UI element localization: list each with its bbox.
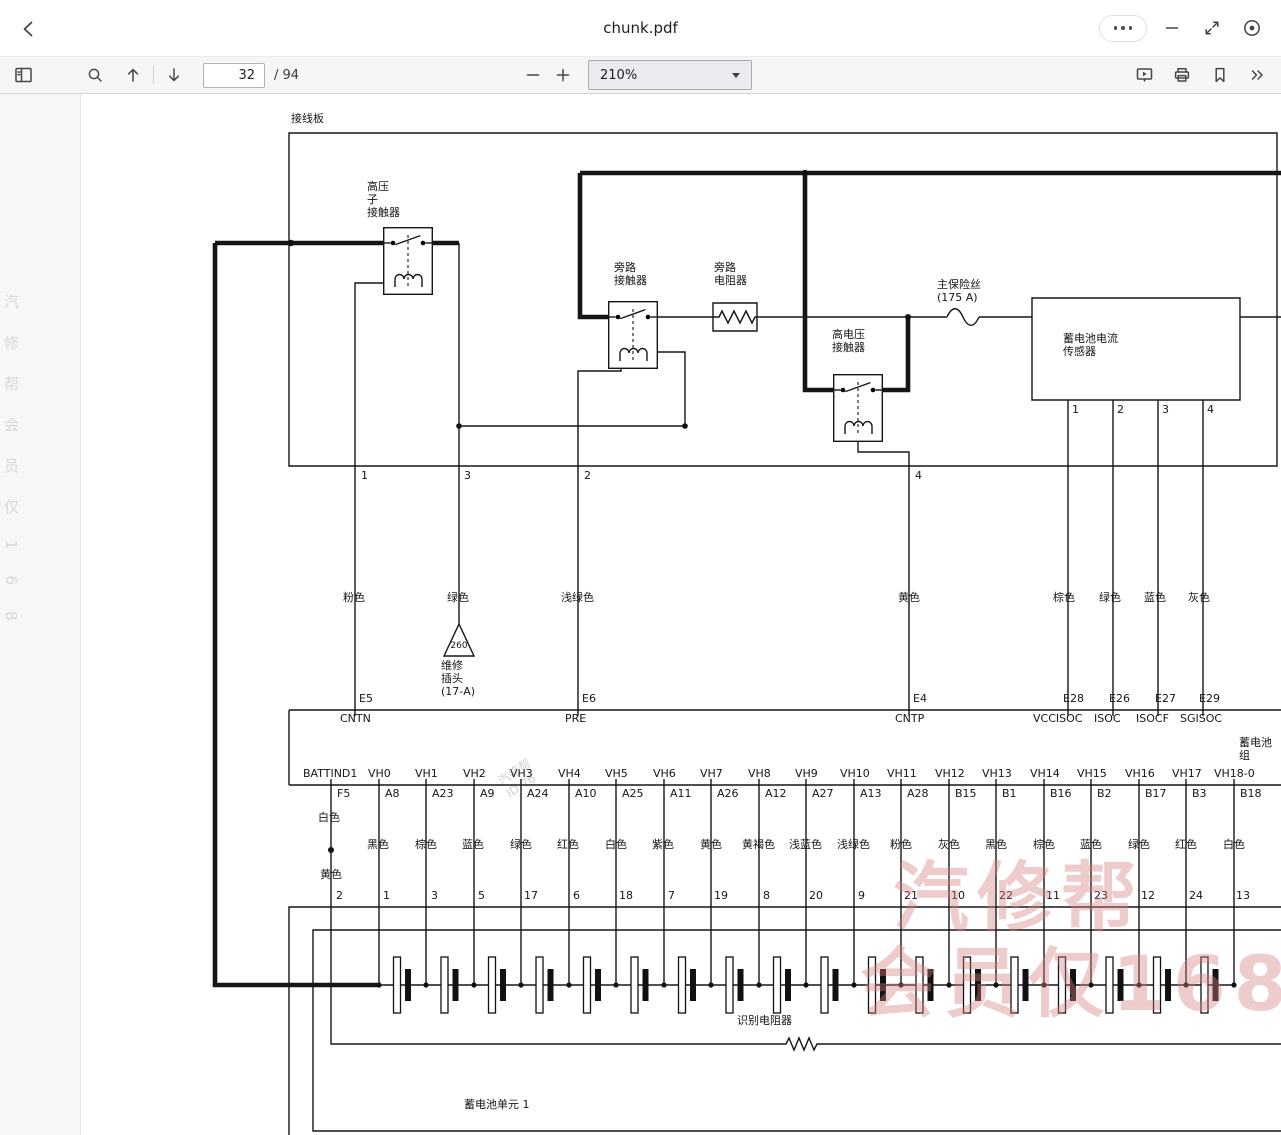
fullscreen-button[interactable] <box>1197 13 1227 43</box>
expand-icon <box>1203 19 1221 37</box>
battery-module-box <box>289 710 1281 1135</box>
precharge-contactor-symbol <box>383 228 433 295</box>
service-plug-connector-symbol <box>444 624 474 656</box>
document-title: chunk.pdf <box>0 19 1281 37</box>
more-tools-button[interactable] <box>1243 60 1273 90</box>
pdf-viewer[interactable]: 接线板高压 子 接触器旁路 接触器旁路 电阻器高电压 接触器主保险丝 (175 … <box>0 94 1281 1135</box>
page-number-input[interactable] <box>203 63 265 88</box>
zoom-level-select[interactable]: 210% <box>588 60 752 90</box>
minimize-button[interactable] <box>1157 13 1187 43</box>
titlebar: chunk.pdf <box>0 0 1281 56</box>
arrow-up-icon <box>124 66 142 84</box>
divider <box>153 66 154 84</box>
zoom-controls: 210% <box>518 60 752 90</box>
toolbar-right-group <box>1129 60 1273 90</box>
minus-icon <box>525 67 541 83</box>
pdf-toolbar: / 94 210% <box>0 56 1281 94</box>
print-button[interactable] <box>1167 60 1197 90</box>
minimize-icon <box>1163 19 1181 37</box>
junction-dots <box>288 170 911 853</box>
presentation-icon <box>1135 66 1154 84</box>
toolbar-left-group: / 94 <box>8 60 299 90</box>
bookmark-button[interactable] <box>1205 60 1235 90</box>
page-total-label: / 94 <box>274 68 299 83</box>
search-button[interactable] <box>80 60 110 90</box>
printer-icon <box>1173 66 1191 84</box>
junction-block-box <box>289 133 1277 466</box>
next-page-button[interactable] <box>159 60 189 90</box>
bypass-resistor-symbol <box>713 303 757 331</box>
zoom-level-value: 210% <box>600 68 637 83</box>
bookmark-icon <box>1211 66 1229 84</box>
target-icon-button[interactable] <box>1237 13 1267 43</box>
ellipsis-icon <box>1114 26 1118 30</box>
wiring-diagram-svg <box>0 94 1281 1135</box>
window-actions <box>1099 13 1267 43</box>
search-icon <box>86 66 104 84</box>
main-fuse-symbol <box>947 309 979 326</box>
battery-cells-and-taps <box>376 400 1236 1013</box>
sidebar-toggle-button[interactable] <box>8 60 38 90</box>
zoom-in-button[interactable] <box>548 60 578 90</box>
zoom-out-button[interactable] <box>518 60 548 90</box>
plus-icon <box>555 67 571 83</box>
arrow-down-icon <box>165 66 183 84</box>
app-window: chunk.pdf <box>0 0 1281 1135</box>
power-wires <box>215 173 1281 985</box>
chevron-down-icon <box>732 73 740 78</box>
circle-dot-icon <box>1242 18 1262 38</box>
high-voltage-contactor-symbol <box>833 375 883 442</box>
previous-page-button[interactable] <box>118 60 148 90</box>
more-options-button[interactable] <box>1099 15 1147 42</box>
battery-current-sensor-box <box>1032 298 1240 400</box>
sidebar-panel-icon <box>14 66 33 84</box>
presentation-mode-button[interactable] <box>1129 60 1159 90</box>
bypass-contactor-symbol <box>608 302 658 369</box>
double-chevron-right-icon <box>1249 66 1267 84</box>
